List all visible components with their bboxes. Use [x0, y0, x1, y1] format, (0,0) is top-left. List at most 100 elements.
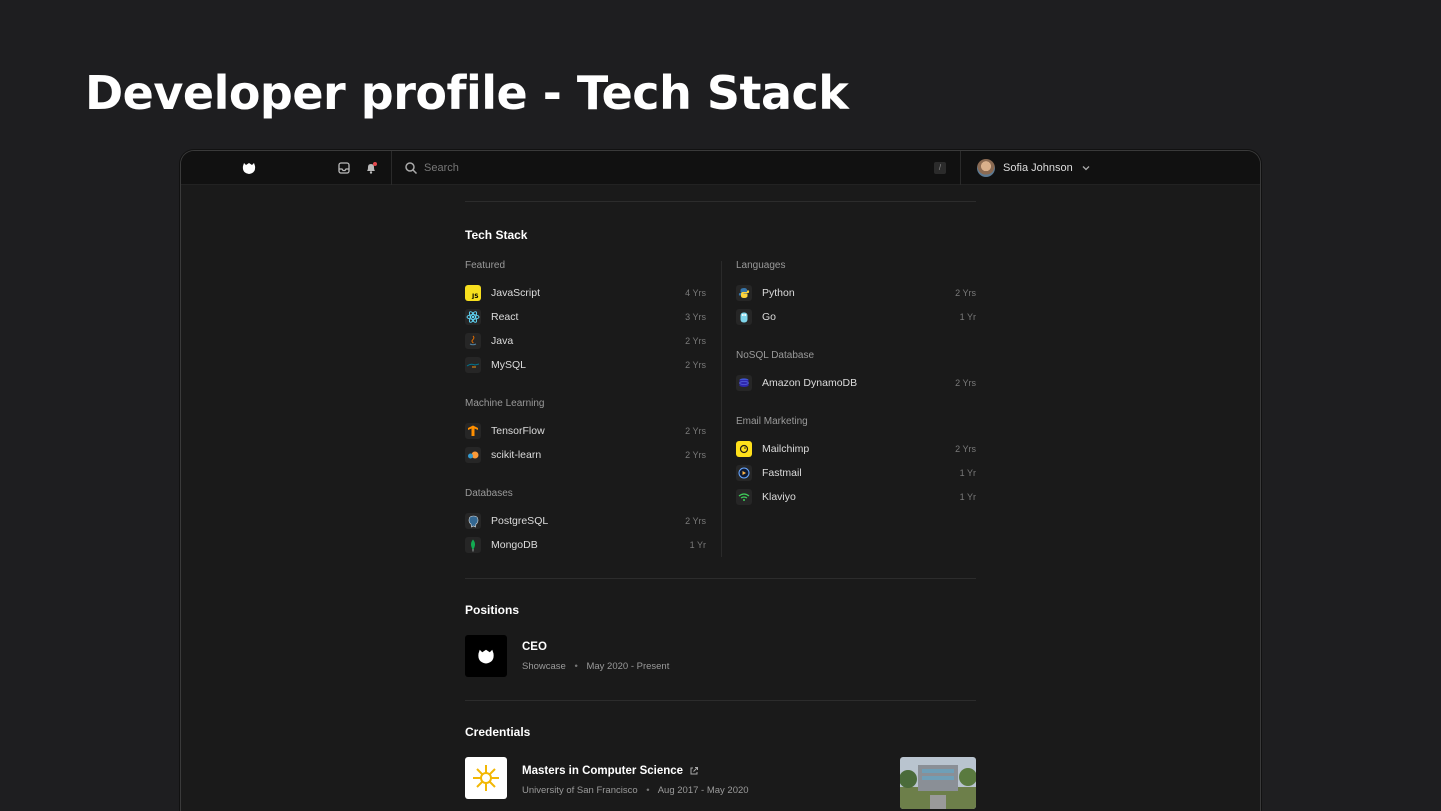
tech-item-mongodb[interactable]: MongoDB 1 Yr: [465, 536, 706, 554]
user-name: Sofia Johnson: [1003, 162, 1073, 174]
mongodb-icon: [465, 537, 481, 553]
tech-years: 2 Yrs: [955, 288, 976, 298]
klaviyo-icon: [736, 489, 752, 505]
tech-item-tensorflow[interactable]: TensorFlow 2 Yrs: [465, 422, 706, 440]
tech-name: Mailchimp: [762, 443, 810, 455]
app-window: / Sofia Johnson Tech Stack Featured JS J…: [180, 150, 1261, 811]
category-label-email-marketing: Email Marketing: [736, 416, 808, 427]
fastmail-icon: [736, 465, 752, 481]
slide-title: Developer profile - Tech Stack: [85, 66, 849, 120]
positions-title: Positions: [465, 603, 520, 617]
python-icon: [736, 285, 752, 301]
tech-item-fastmail[interactable]: Fastmail 1 Yr: [736, 464, 976, 482]
showcase-logo-icon[interactable]: [241, 160, 257, 176]
tech-years: 2 Yrs: [685, 360, 706, 370]
tech-stack-title: Tech Stack: [465, 228, 528, 242]
tech-item-javascript[interactable]: JS JavaScript 4 Yrs: [465, 284, 706, 302]
external-link-icon: [690, 767, 699, 775]
inbox-icon[interactable]: [337, 161, 351, 175]
tech-item-mailchimp[interactable]: Mailchimp 2 Yrs: [736, 440, 976, 458]
credential-title-link[interactable]: Masters in Computer Science: [522, 765, 699, 777]
tech-years: 2 Yrs: [955, 378, 976, 388]
tech-years: 1 Yr: [689, 540, 706, 550]
tech-item-java[interactable]: Java 2 Yrs: [465, 332, 706, 350]
tech-item-klaviyo[interactable]: Klaviyo 1 Yr: [736, 488, 976, 506]
university-logo[interactable]: [465, 757, 507, 799]
company-logo[interactable]: [465, 635, 507, 677]
credential-name: Masters in Computer Science: [522, 765, 684, 777]
tech-item-postgresql[interactable]: PostgreSQL 2 Yrs: [465, 512, 706, 530]
javascript-icon: JS: [465, 285, 481, 301]
campus-photo[interactable]: [900, 757, 976, 809]
notification-bell-icon[interactable]: [364, 161, 378, 175]
category-label-databases: Databases: [465, 488, 513, 499]
tech-item-go[interactable]: Go 1 Yr: [736, 308, 976, 326]
scikit-learn-icon: [465, 447, 481, 463]
column-divider: [721, 261, 722, 557]
avatar: [977, 159, 995, 177]
tech-name: MySQL: [491, 359, 527, 371]
university-seal-icon: [473, 765, 499, 791]
divider: [465, 700, 976, 701]
tech-name: PostgreSQL: [491, 515, 549, 527]
tech-name: Klaviyo: [762, 491, 796, 503]
position-role: CEO: [522, 641, 547, 653]
tech-years: 2 Yrs: [685, 450, 706, 460]
chevron-down-icon: [1082, 166, 1090, 171]
tech-item-react[interactable]: React 3 Yrs: [465, 308, 706, 326]
credentials-title: Credentials: [465, 725, 531, 739]
campus-image-icon: [900, 757, 976, 809]
category-label-languages: Languages: [736, 260, 786, 271]
tech-name: Go: [762, 311, 777, 323]
tech-years: 2 Yrs: [685, 516, 706, 526]
tech-name: JavaScript: [491, 287, 541, 299]
postgresql-icon: [465, 513, 481, 529]
credential-dates: Aug 2017 - May 2020: [657, 785, 749, 796]
tech-name: MongoDB: [491, 539, 538, 551]
tech-name: scikit-learn: [491, 449, 542, 461]
mysql-icon: [465, 357, 481, 373]
search-icon: [405, 162, 418, 175]
tech-item-mysql[interactable]: MySQL 2 Yrs: [465, 356, 706, 374]
top-bar: / Sofia Johnson: [181, 151, 1260, 185]
tech-item-amazon-dynamodb[interactable]: Amazon DynamoDB 2 Yrs: [736, 374, 976, 392]
position-dates: May 2020 - Present: [586, 661, 670, 672]
separator-dot: •: [646, 785, 650, 796]
search-bar: /: [391, 151, 961, 185]
dynamodb-icon: [736, 375, 752, 391]
tech-years: 1 Yr: [959, 492, 976, 502]
search-shortcut-key: /: [934, 162, 946, 174]
tech-name: Python: [762, 287, 795, 299]
go-icon: [736, 309, 752, 325]
category-label-featured: Featured: [465, 260, 506, 271]
showcase-logo-icon: [478, 649, 494, 664]
credential-meta: University of San Francisco • Aug 2017 -…: [522, 785, 749, 796]
tech-name: Amazon DynamoDB: [762, 377, 858, 389]
category-label-nosql-database: NoSQL Database: [736, 350, 815, 361]
tensorflow-icon: [465, 423, 481, 439]
user-menu[interactable]: Sofia Johnson: [977, 151, 1091, 185]
java-icon: [465, 333, 481, 349]
tech-years: 2 Yrs: [955, 444, 976, 454]
tech-item-scikit-learn[interactable]: scikit-learn 2 Yrs: [465, 446, 706, 464]
mailchimp-icon: [736, 441, 752, 457]
separator-dot: •: [574, 661, 578, 672]
category-label-machine-learning: Machine Learning: [465, 398, 545, 409]
tech-years: 1 Yr: [959, 468, 976, 478]
credential-school: University of San Francisco: [522, 785, 638, 796]
tech-years: 3 Yrs: [685, 312, 706, 322]
tech-name: Fastmail: [762, 467, 802, 479]
divider: [465, 201, 976, 202]
svg-text:JS: JS: [471, 293, 479, 299]
tech-name: TensorFlow: [491, 425, 545, 437]
tech-years: 4 Yrs: [685, 288, 706, 298]
divider: [465, 578, 976, 579]
search-input[interactable]: [424, 159, 904, 177]
position-company: Showcase: [522, 661, 566, 672]
position-meta: Showcase • May 2020 - Present: [522, 661, 669, 672]
react-icon: [465, 309, 481, 325]
tech-name: Java: [491, 335, 514, 347]
tech-years: 2 Yrs: [685, 336, 706, 346]
tech-item-python[interactable]: Python 2 Yrs: [736, 284, 976, 302]
tech-name: React: [491, 311, 519, 323]
